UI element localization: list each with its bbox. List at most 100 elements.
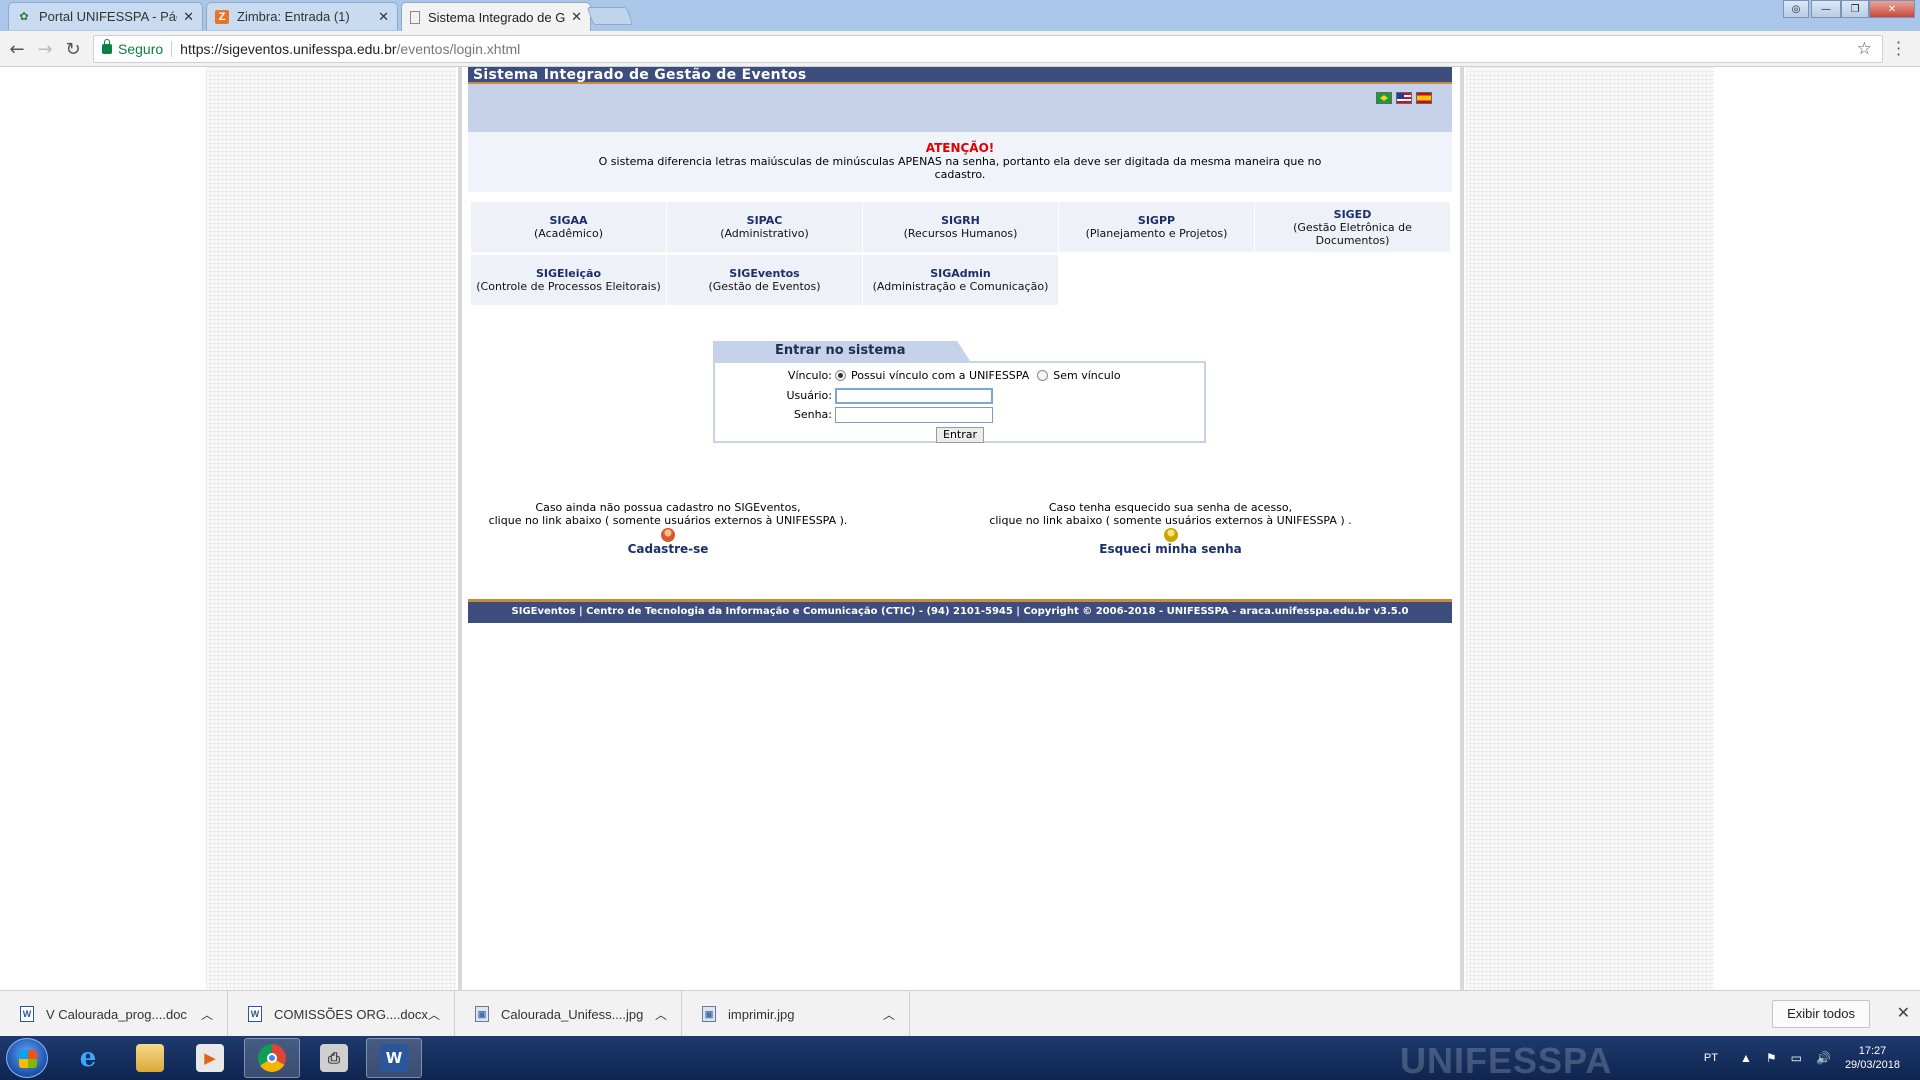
page-footer: SIGEventos | Centro de Tecnologia da Inf… — [468, 599, 1452, 623]
user-row: Usuário: — [715, 387, 993, 404]
network-icon[interactable]: ▭ — [1791, 1051, 1802, 1065]
chevron-up-icon[interactable]: ︿ — [201, 1006, 213, 1023]
folder-icon — [136, 1044, 164, 1072]
system-link-siged[interactable]: SIGED (Gestão Eletrônica de Documentos) — [1255, 202, 1450, 252]
taskbar-internet-explorer[interactable]: e — [60, 1038, 116, 1078]
page-viewport: Sistema Integrado de Gestão de Eventos A… — [0, 67, 1920, 990]
close-downloads-icon[interactable]: ✕ — [1897, 1003, 1910, 1022]
taskbar-chrome[interactable] — [244, 1038, 300, 1078]
download-item[interactable]: W V Calourada_prog....doc ︿ — [0, 991, 228, 1037]
system-desc: (Administrativo) — [720, 227, 809, 240]
page-title: Sistema Integrado de Gestão de Eventos — [468, 67, 1452, 84]
reload-icon[interactable]: ↻ — [62, 38, 84, 60]
tab-sigeventos[interactable]: Sistema Integrado de Ge ✕ — [401, 2, 591, 31]
background-pattern-left — [206, 67, 456, 990]
key-icon — [1163, 528, 1178, 542]
login-box: Vínculo: Possui vínculo com a UNIFESSPA … — [713, 361, 1206, 443]
browser-menu-icon[interactable]: · · · — [1896, 35, 1901, 63]
system-link-sigadmin[interactable]: SIGAdmin (Administração e Comunicação) — [863, 255, 1058, 305]
download-item[interactable]: W COMISSÕES ORG....docx ︿ — [228, 991, 455, 1037]
vinculo-row: Vínculo: Possui vínculo com a UNIFESSPA … — [715, 367, 1121, 384]
restore-window-icon[interactable]: ❐ — [1841, 0, 1869, 18]
download-filename: V Calourada_prog....doc — [46, 1006, 187, 1022]
system-name: SIGAA — [549, 214, 588, 227]
taskbar-word[interactable]: W — [366, 1038, 422, 1078]
volume-icon[interactable]: 🔊 — [1816, 1051, 1831, 1065]
start-button[interactable] — [6, 1038, 48, 1078]
forgot-password-link[interactable]: Esqueci minha senha — [968, 543, 1373, 556]
usa-flag-icon[interactable] — [1396, 92, 1412, 104]
login-submit-button[interactable]: Entrar — [936, 427, 985, 443]
wallpaper-watermark: UNIFESSPA — [1400, 1040, 1613, 1080]
password-row: Senha: — [715, 406, 993, 423]
chevron-up-icon[interactable]: ︿ — [655, 1006, 667, 1023]
new-tab-button[interactable] — [586, 7, 634, 25]
back-arrow-icon[interactable]: ← — [6, 38, 28, 60]
system-link-sigeventos[interactable]: SIGEventos (Gestão de Eventos) — [667, 255, 862, 305]
register-link[interactable]: Cadastre-se — [468, 543, 868, 556]
system-name: SIGEventos — [729, 267, 800, 280]
system-desc: (Recursos Humanos) — [903, 227, 1018, 240]
user-add-icon — [661, 528, 675, 542]
system-desc: (Gestão Eletrônica de Documentos) — [1293, 220, 1412, 247]
chevron-up-icon[interactable]: ︿ — [883, 1006, 895, 1023]
internet-explorer-icon: e — [79, 1043, 97, 1073]
brazil-flag-icon[interactable] — [1376, 92, 1392, 104]
system-name: SIGEleição — [535, 267, 602, 280]
forward-arrow-icon[interactable]: → — [34, 38, 56, 60]
spain-flag-icon[interactable] — [1416, 92, 1432, 104]
system-name: SIGAdmin — [930, 267, 991, 280]
system-desc: (Gestão de Eventos) — [708, 280, 821, 293]
show-all-downloads-button[interactable]: Exibir todos — [1772, 1000, 1870, 1028]
tray-expand-icon[interactable]: ▲ — [1740, 1051, 1752, 1065]
bookmark-star-icon[interactable]: ☆ — [1857, 39, 1872, 59]
radio-with-vinculo[interactable] — [835, 370, 846, 381]
username-input[interactable] — [835, 387, 993, 404]
url-path: /eventos/login.xhtml — [396, 41, 521, 57]
system-tray: PT ▲ ⚑ ▭ 🔊 17:27 29/03/2018 — [1704, 1036, 1920, 1080]
close-tab-icon[interactable]: ✕ — [378, 9, 389, 25]
taskbar-media-player[interactable]: ▶ — [182, 1038, 238, 1078]
attention-notice: ATENÇÃO! O sistema diferencia letras mai… — [468, 132, 1452, 192]
taskbar-file-explorer[interactable] — [122, 1038, 178, 1078]
downloads-bar: W V Calourada_prog....doc ︿ W COMISSÕES … — [0, 990, 1920, 1037]
url-host: https://sigeventos.unifesspa.edu.br — [180, 41, 397, 57]
system-link-sigaa[interactable]: SIGAA (Acadêmico) — [471, 202, 666, 252]
system-desc: (Controle de Processos Eleitorais) — [476, 280, 661, 293]
close-tab-icon[interactable]: ✕ — [571, 9, 582, 25]
sigeventos-page: Sistema Integrado de Gestão de Eventos A… — [468, 67, 1452, 623]
system-link-sipac[interactable]: SIPAC (Administrativo) — [667, 202, 862, 252]
image-file-icon: ▣ — [475, 1006, 489, 1022]
vinculo-label: Vínculo: — [787, 369, 832, 382]
word-document-icon: W — [20, 1006, 34, 1022]
system-link-sigpp[interactable]: SIGPP (Planejamento e Projetos) — [1059, 202, 1254, 252]
background-pattern-right — [1466, 67, 1714, 990]
user-profile-icon[interactable]: ◎ — [1783, 0, 1809, 18]
close-window-icon[interactable]: ✕ — [1869, 0, 1915, 18]
minimize-window-icon[interactable]: — — [1811, 0, 1841, 18]
address-bar[interactable]: Seguro https://sigeventos.unifesspa.edu.… — [93, 35, 1883, 63]
download-item[interactable]: ▣ Calourada_Unifess....jpg ︿ — [455, 991, 682, 1037]
systems-grid: SIGAA (Acadêmico) SIPAC (Administrativo) S… — [471, 202, 1452, 305]
action-center-flag-icon[interactable]: ⚑ — [1766, 1051, 1777, 1065]
forgot-line1: Caso tenha esquecido sua senha de acesso… — [1048, 501, 1293, 514]
tab-portal-unifesspa[interactable]: ✿ Portal UNIFESSPA - Págin ✕ — [8, 2, 203, 30]
clock[interactable]: 17:27 29/03/2018 — [1845, 1044, 1900, 1072]
system-link-sigrh[interactable]: SIGRH (Recursos Humanos) — [863, 202, 1058, 252]
word-document-icon: W — [248, 1006, 262, 1022]
login-form: Entrar no sistema Vínculo: Possui víncul… — [713, 341, 1206, 443]
tab-title: Sistema Integrado de Ge — [428, 9, 566, 25]
close-tab-icon[interactable]: ✕ — [183, 9, 194, 25]
url-text[interactable]: https://sigeventos.unifesspa.edu.br/even… — [180, 41, 520, 57]
tab-zimbra[interactable]: Z Zimbra: Entrada (1) ✕ — [206, 2, 398, 30]
windows-taskbar: e ▶ ⎙ W UNIFESSPA PT ▲ ⚑ ▭ 🔊 17:27 29/03… — [0, 1036, 1920, 1080]
chevron-up-icon[interactable]: ︿ — [428, 1006, 440, 1023]
language-indicator[interactable]: PT — [1704, 1052, 1718, 1064]
radio-without-vinculo[interactable] — [1037, 370, 1049, 381]
lock-icon — [102, 39, 112, 54]
word-icon: W — [380, 1044, 408, 1072]
password-input[interactable] — [835, 406, 993, 423]
system-link-sigeleicao[interactable]: SIGEleição (Controle de Processos Eleitor… — [471, 255, 666, 305]
download-item[interactable]: ▣ imprimir.jpg ︿ — [682, 991, 910, 1037]
taskbar-printer[interactable]: ⎙ — [306, 1038, 362, 1078]
